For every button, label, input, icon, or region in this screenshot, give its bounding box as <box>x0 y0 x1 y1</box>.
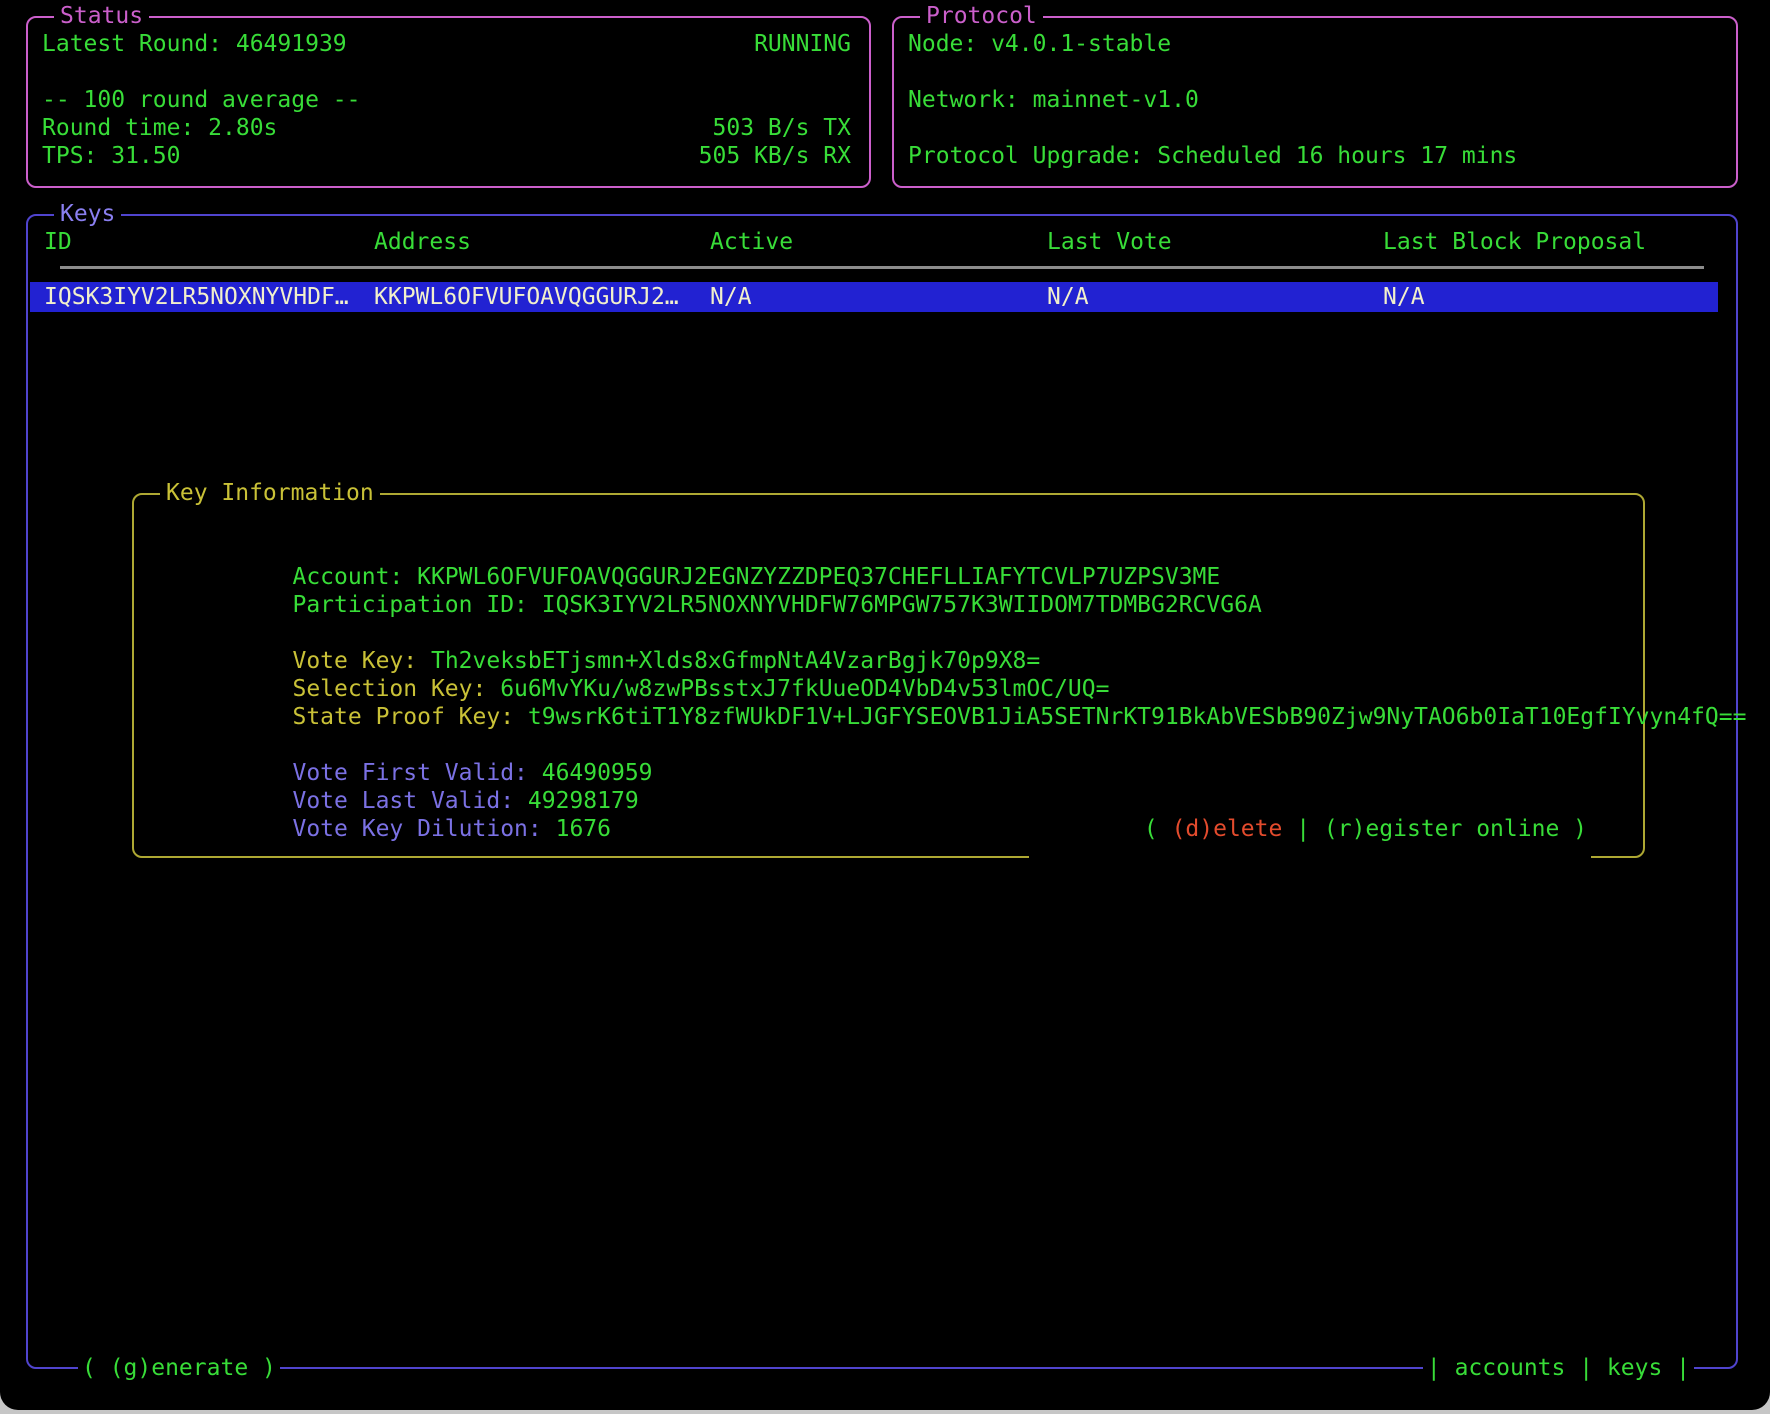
vote-key-dilution-value: 1676 <box>556 816 611 842</box>
actions-open-paren: ( <box>1144 816 1172 842</box>
row-cell-active: N/A <box>710 282 1047 312</box>
protocol-panel-title: Protocol <box>920 2 1043 30</box>
row-cell-id: IQSK3IYV2LR5NOXNYVHDF… <box>44 282 374 312</box>
account-label: Account: <box>292 564 417 590</box>
actions-divider: | <box>1282 816 1324 842</box>
participation-id-label: Participation ID: <box>292 592 541 618</box>
table-header-separator <box>60 266 1704 269</box>
column-header-last-block-proposal: Last Block Proposal <box>1383 228 1736 256</box>
vote-key-dilution-label: Vote Key Dilution: <box>292 816 555 842</box>
selection-key-label: Selection Key: <box>292 676 500 702</box>
protocol-panel: Protocol Node: v4.0.1-stable Network: ma… <box>892 16 1738 188</box>
selection-key-value: 6u6MvYKu/w8zwPBsstxJ7fkUueOD4VbD4v53lmOC… <box>500 676 1109 702</box>
network-value: Network: mainnet-v1.0 <box>908 86 1199 114</box>
terminal-window: Status Latest Round: 46491939 RUNNING --… <box>0 0 1770 1410</box>
column-header-last-vote: Last Vote <box>1047 228 1383 256</box>
vote-key-label: Vote Key: <box>292 648 430 674</box>
nav-accounts-keys[interactable]: | accounts | keys | <box>1423 1354 1694 1382</box>
rx-rate-value: 505 KB/s RX <box>699 142 851 170</box>
vote-key-value: Th2veksbETjsmn+Xlds8xGfmpNtA4VzarBgjk70p… <box>431 648 1040 674</box>
key-information-panel: Key Information Account: KKPWL6OFVUFOAVQ… <box>132 493 1645 858</box>
round-time-value: Round time: 2.80s <box>42 114 277 142</box>
register-online-button[interactable]: (r)egister online <box>1324 816 1559 842</box>
vote-first-valid-label: Vote First Valid: <box>292 760 541 786</box>
status-panel: Status Latest Round: 46491939 RUNNING --… <box>26 16 871 188</box>
account-value: KKPWL6OFVUFOAVQGGURJ2EGNZYZZDPEQ37CHEFLL… <box>417 564 1220 590</box>
actions-close-paren: ) <box>1559 816 1587 842</box>
latest-round-value: Latest Round: 46491939 <box>42 30 347 58</box>
keys-panel-title: Keys <box>54 200 121 228</box>
tps-value: TPS: 31.50 <box>42 142 180 170</box>
key-information-title: Key Information <box>160 479 380 507</box>
column-header-id: ID <box>44 228 374 256</box>
column-header-address: Address <box>374 228 710 256</box>
participation-id-value: IQSK3IYV2LR5NOXNYVHDFW76MPGW757K3WIIDOM7… <box>542 592 1262 618</box>
delete-button[interactable]: (d)elete <box>1172 816 1283 842</box>
vote-last-valid-value: 49298179 <box>528 788 639 814</box>
vote-key-line: Vote Key: Th2veksbETjsmn+Xlds8xGfmpNtA4V… <box>154 619 1643 647</box>
protocol-upgrade-value: Protocol Upgrade: Scheduled 16 hours 17 … <box>908 142 1517 170</box>
status-panel-title: Status <box>54 2 149 30</box>
spacer <box>908 58 1718 86</box>
node-version-value: Node: v4.0.1-stable <box>908 30 1171 58</box>
row-cell-address: KKPWL6OFVUFOAVQGGURJ2… <box>374 282 710 312</box>
column-header-active: Active <box>710 228 1047 256</box>
key-actions-bar: ( (d)elete | (r)egister online ) <box>1029 787 1591 871</box>
tx-rate-value: 503 B/s TX <box>713 114 851 142</box>
row-cell-last-block-proposal: N/A <box>1383 282 1718 312</box>
row-cell-last-vote: N/A <box>1047 282 1383 312</box>
spacer <box>908 114 1718 142</box>
keys-panel: Keys ID Address Active Last Vote Last Bl… <box>26 214 1738 1369</box>
keys-table-header: ID Address Active Last Vote Last Block P… <box>28 228 1736 256</box>
round-average-header: -- 100 round average -- <box>42 86 361 114</box>
account-line: Account: KKPWL6OFVUFOAVQGGURJ2EGNZYZZDPE… <box>154 535 1643 563</box>
state-proof-key-label: State Proof Key: <box>292 704 527 730</box>
vote-last-valid-label: Vote Last Valid: <box>292 788 527 814</box>
node-state-badge: RUNNING <box>754 30 851 58</box>
vote-first-valid-line: Vote First Valid: 46490959 <box>154 731 1643 759</box>
state-proof-key-value: t9wsrK6tiT1Y8zfWUkDF1V+LJGFYSEOVB1JiA5SE… <box>528 704 1747 730</box>
spacer <box>42 58 851 86</box>
vote-first-valid-value: 46490959 <box>542 760 653 786</box>
generate-button[interactable]: ( (g)enerate ) <box>78 1354 280 1382</box>
table-row-selected[interactable]: IQSK3IYV2LR5NOXNYVHDF… KKPWL6OFVUFOAVQGG… <box>30 282 1718 312</box>
